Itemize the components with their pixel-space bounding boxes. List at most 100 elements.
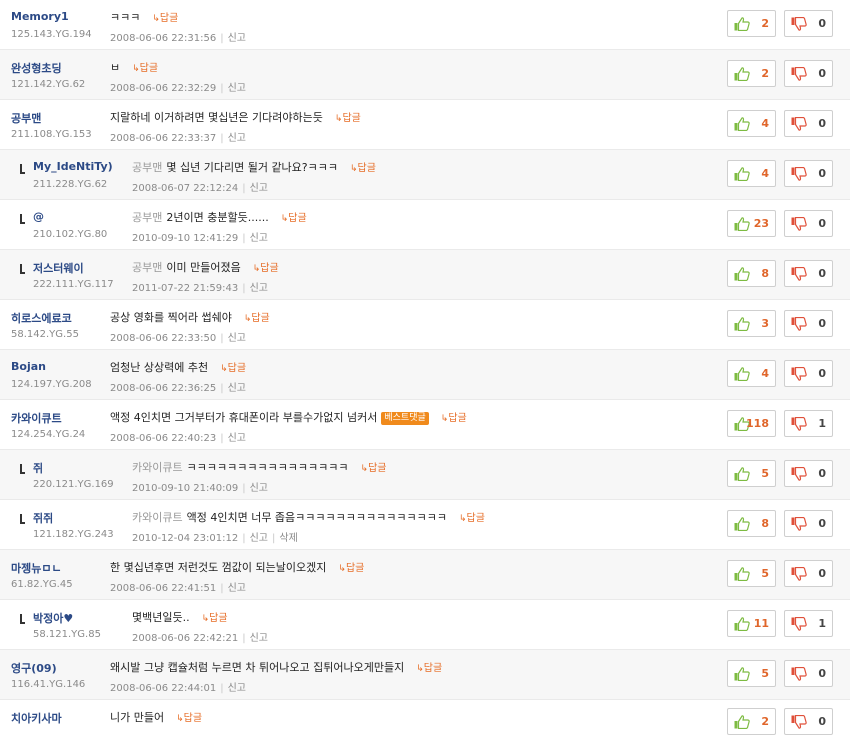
reply-link[interactable]: ↳답글 (338, 563, 364, 574)
report-link[interactable]: 신고 (250, 233, 268, 244)
author-nickname[interactable]: 공부맨 (11, 110, 41, 126)
report-link[interactable]: 신고 (228, 33, 246, 44)
author-ip: 58.121.YG.85 (33, 629, 101, 640)
upvote-button[interactable]: 4 (727, 110, 776, 137)
reply-link[interactable]: ↳답글 (459, 513, 485, 524)
reply-link[interactable]: ↳답글 (152, 13, 178, 24)
downvote-button[interactable]: 0 (784, 10, 833, 37)
reply-link[interactable]: ↳답글 (253, 263, 279, 274)
reply-label: 답글 (288, 213, 307, 224)
downvote-button[interactable]: 0 (784, 110, 833, 137)
author-ip: 61.82.YG.45 (11, 579, 73, 590)
downvote-button[interactable]: 0 (784, 510, 833, 537)
author-nickname[interactable]: 히로스에료코 (11, 310, 72, 326)
upvote-button[interactable]: 2 (727, 708, 776, 735)
downvote-button[interactable]: 0 (784, 360, 833, 387)
report-link[interactable]: 신고 (250, 183, 268, 194)
upvote-count: 2 (761, 715, 769, 728)
author-nickname[interactable]: 카와이큐트 (11, 410, 62, 426)
upvote-button[interactable]: 2 (727, 10, 776, 37)
comment-text: 몇 십년 기다리면 될거 같나요?ㅋㅋㅋ (166, 161, 338, 174)
author-nickname[interactable]: 치아키사마 (11, 710, 62, 726)
reply-link[interactable]: ↳답글 (441, 413, 467, 424)
author-nickname[interactable]: My_IdeNtiTy) (33, 160, 113, 173)
reply-link[interactable]: ↳답글 (335, 113, 361, 124)
author-nickname[interactable]: 박정아♥ (33, 610, 73, 626)
upvote-button[interactable]: 4 (727, 160, 776, 187)
author-ip: 121.182.YG.243 (33, 529, 114, 540)
downvote-button[interactable]: 0 (784, 660, 833, 687)
reply-link[interactable]: ↳답글 (350, 163, 376, 174)
reply-link[interactable]: ↳답글 (202, 613, 228, 624)
report-link[interactable]: 신고 (250, 283, 268, 294)
report-link[interactable]: 신고 (228, 333, 246, 344)
comment-content: 공부맨 몇 십년 기다리면 될거 같나요?ㅋㅋㅋ ↳답글 (132, 159, 376, 175)
author-nickname[interactable]: 쥐쥐 (33, 510, 53, 526)
comment-date: 2008-06-06 22:32:29 (110, 83, 217, 94)
upvote-button[interactable]: 5 (727, 460, 776, 487)
downvote-button[interactable]: 1 (784, 410, 833, 437)
upvote-count: 4 (761, 167, 769, 180)
upvote-button[interactable]: 11 (727, 610, 776, 637)
downvote-button[interactable]: 0 (784, 60, 833, 87)
downvote-button[interactable]: 0 (784, 160, 833, 187)
reply-arrow-icon: ↳ (152, 14, 160, 24)
upvote-button[interactable]: 118 (727, 410, 776, 437)
report-link[interactable]: 신고 (250, 533, 268, 544)
upvote-button[interactable]: 8 (727, 510, 776, 537)
author-nickname[interactable]: 영구(09) (11, 660, 57, 676)
reply-link[interactable]: ↳답글 (244, 313, 270, 324)
reply-label: 답글 (159, 13, 179, 24)
comment-date: 2010-09-10 21:40:09 (132, 483, 239, 494)
upvote-button[interactable]: 3 (727, 310, 776, 337)
downvote-button[interactable]: 0 (784, 560, 833, 587)
author-nickname[interactable]: Memory1 (11, 10, 69, 23)
upvote-count: 118 (746, 417, 769, 430)
author-nickname[interactable]: @ (33, 210, 44, 223)
downvote-button[interactable]: 0 (784, 310, 833, 337)
reply-comment-row: @210.102.YG.80 공부맨 2년이면 충분할듯...... ↳답글 2010-… (0, 200, 850, 250)
reply-link[interactable]: ↳답글 (220, 363, 246, 374)
reply-link[interactable]: ↳답글 (281, 213, 307, 224)
downvote-button[interactable]: 0 (784, 460, 833, 487)
upvote-button[interactable]: 5 (727, 660, 776, 687)
upvote-button[interactable]: 5 (727, 560, 776, 587)
upvote-button[interactable]: 23 (727, 210, 776, 237)
reply-link[interactable]: ↳답글 (416, 663, 442, 674)
reply-arrow-icon: ↳ (220, 364, 228, 374)
author-nickname[interactable]: Bojan (11, 360, 46, 373)
comment-date: 2010-09-10 12:41:29 (132, 233, 239, 244)
author-nickname[interactable]: 마젱뉴ㅁㄴ (11, 560, 62, 576)
report-link[interactable]: 신고 (228, 83, 246, 94)
upvote-count: 3 (761, 317, 769, 330)
report-link[interactable]: 신고 (228, 133, 246, 144)
reply-link[interactable]: ↳답글 (176, 713, 202, 724)
downvote-button[interactable]: 0 (784, 708, 833, 735)
reply-link[interactable]: ↳답글 (132, 63, 158, 74)
report-link[interactable]: 신고 (228, 583, 246, 594)
report-link[interactable]: 신고 (250, 483, 268, 494)
author-nickname[interactable]: 쥐 (33, 460, 43, 476)
report-link[interactable]: 신고 (228, 683, 246, 694)
author-ip: 58.142.YG.55 (11, 329, 79, 340)
downvote-button[interactable]: 1 (784, 610, 833, 637)
report-link[interactable]: 신고 (250, 633, 268, 644)
author-nickname[interactable]: 완성형초딩 (11, 60, 62, 76)
delete-link[interactable]: 삭제 (279, 533, 297, 544)
reply-link[interactable]: ↳답글 (361, 463, 387, 474)
comment-date: 2008-06-06 22:41:51 (110, 583, 217, 594)
comment-date: 2008-06-06 22:42:21 (132, 633, 239, 644)
comment-content: 공부맨 이미 만들어졌음 ↳답글 (132, 259, 279, 275)
report-link[interactable]: 신고 (228, 383, 246, 394)
downvote-button[interactable]: 0 (784, 260, 833, 287)
comment-date: 2008-06-06 22:44:01 (110, 683, 217, 694)
upvote-button[interactable]: 4 (727, 360, 776, 387)
downvote-count: 0 (818, 67, 826, 80)
upvote-button[interactable]: 2 (727, 60, 776, 87)
meta-separator: | (220, 583, 224, 594)
upvote-button[interactable]: 8 (727, 260, 776, 287)
downvote-button[interactable]: 0 (784, 210, 833, 237)
report-link[interactable]: 신고 (228, 433, 246, 444)
author-nickname[interactable]: 저스터웨이 (33, 260, 84, 276)
reply-label: 답글 (227, 363, 247, 374)
